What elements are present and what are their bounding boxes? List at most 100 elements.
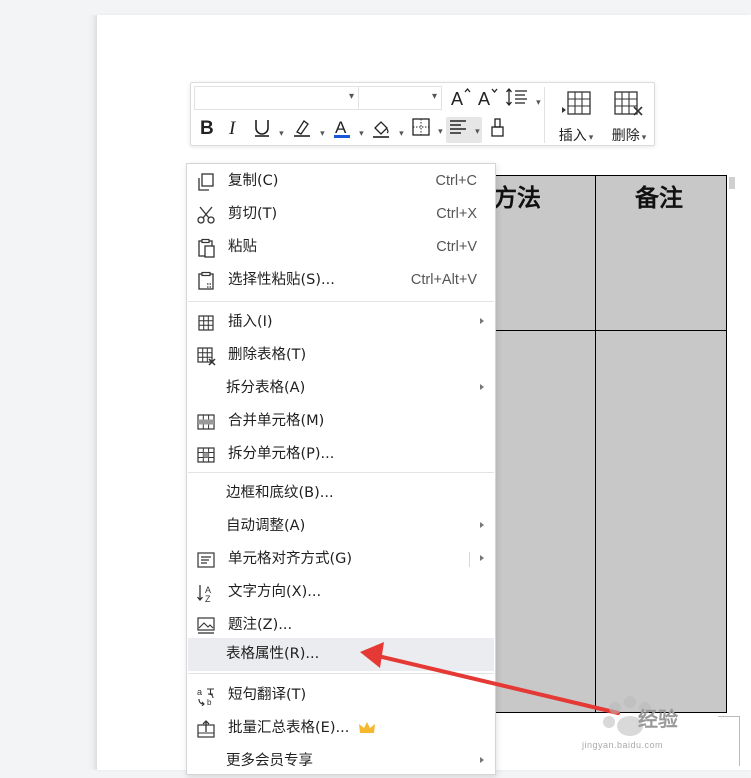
chevron-down-icon: ▾ xyxy=(431,91,437,102)
menu-item-cut[interactable]: 剪切(T) Ctrl+X xyxy=(188,198,494,231)
format-painter-button[interactable] xyxy=(487,117,509,143)
paint-bucket-icon xyxy=(373,121,390,138)
split-cells-icon xyxy=(197,447,215,463)
bold-button[interactable]: B xyxy=(195,117,219,143)
menu-item-label: 粘贴 xyxy=(228,239,257,255)
svg-text:A: A xyxy=(478,89,490,108)
menu-item-text-direction[interactable]: A Z 文字方向(X)... xyxy=(188,576,494,609)
grow-font-button[interactable]: A xyxy=(449,86,473,112)
shrink-font-icon: A xyxy=(478,88,498,109)
format-painter-icon xyxy=(491,118,504,137)
table-insert-icon xyxy=(198,315,214,331)
menu-item-label: 更多会员专享 xyxy=(226,753,313,769)
translate-icon: a b xyxy=(197,687,214,706)
shading-button[interactable]: ▾ xyxy=(369,117,405,143)
svg-text:Z: Z xyxy=(205,594,211,603)
line-spacing-icon xyxy=(506,87,528,107)
shrink-font-button[interactable]: A xyxy=(476,86,500,112)
menu-item-delete-table[interactable]: 删除表格(T) xyxy=(188,339,494,372)
bold-icon: B xyxy=(200,118,214,139)
menu-item-merge-cells[interactable]: 合并单元格(M) xyxy=(188,405,494,438)
menu-item-table-properties[interactable]: 表格属性(R)... xyxy=(188,638,494,671)
chevron-down-icon: ▾ xyxy=(399,129,404,139)
menu-item-more-member[interactable]: 更多会员专享 xyxy=(188,745,494,778)
align-button[interactable]: ▾ xyxy=(446,117,482,143)
chevron-down-icon: ▾ xyxy=(588,133,594,143)
page-corner-mark-vertical xyxy=(739,716,740,766)
grow-font-icon: A xyxy=(451,87,471,109)
caption-icon xyxy=(197,617,215,634)
paste-icon xyxy=(198,238,215,258)
submenu-arrow-icon xyxy=(480,555,484,561)
menu-item-translate[interactable]: a b 短句翻译(T) xyxy=(188,679,494,712)
menu-item-shortcut: Ctrl+Alt+V xyxy=(410,272,477,288)
menu-item-label: 删除表格(T) xyxy=(228,347,307,363)
insert-label: 插入 xyxy=(558,128,587,144)
page-edge-shadow xyxy=(88,15,97,770)
font-color-icon: A xyxy=(334,118,351,138)
italic-icon: I xyxy=(228,118,237,139)
menu-item-autofit[interactable]: 自动调整(A) xyxy=(188,510,494,543)
chevron-down-icon: ▾ xyxy=(438,127,443,137)
svg-text:b: b xyxy=(207,698,212,706)
chevron-down-icon: ▾ xyxy=(536,98,541,108)
chevron-down-icon: ▾ xyxy=(348,91,354,102)
menu-item-shortcut: Ctrl+V xyxy=(436,239,477,255)
batch-summary-icon xyxy=(197,720,215,738)
svg-text:B: B xyxy=(200,118,214,137)
menu-item-batch-summary[interactable]: 批量汇总表格(E)... xyxy=(188,712,494,745)
underline-icon xyxy=(255,120,270,137)
menu-item-label: 插入(I) xyxy=(228,314,273,330)
text-direction-icon: A Z xyxy=(197,585,211,603)
menu-item-label: 单元格对齐方式(G) xyxy=(228,551,353,567)
underline-button[interactable]: ▾ xyxy=(250,117,286,143)
menu-item-label: 文字方向(X)... xyxy=(228,584,322,600)
menu-item-paste-special[interactable]: 选择性粘贴(S)... Ctrl+Alt+V xyxy=(188,264,494,297)
menu-item-borders-shading[interactable]: 边框和底纹(B)... xyxy=(188,477,494,510)
line-spacing-button[interactable]: ▾ xyxy=(505,86,541,112)
menu-item-insert[interactable]: 插入(I) xyxy=(188,306,494,339)
cell-align-icon xyxy=(197,552,215,568)
menu-item-label: 批量汇总表格(E)... xyxy=(228,720,350,736)
menu-item-paste[interactable]: 粘贴 Ctrl+V xyxy=(188,231,494,264)
copy-icon xyxy=(198,173,214,191)
font-size-select[interactable]: ▾ xyxy=(358,86,442,110)
insert-button[interactable]: 插入 ▾ xyxy=(551,87,601,144)
chevron-down-icon: ▾ xyxy=(359,129,364,139)
highlight-button[interactable]: ▾ xyxy=(290,117,326,143)
paste-special-icon xyxy=(198,271,214,290)
delete-label: 删除 xyxy=(611,128,640,144)
table-header-remarks[interactable]: 备注 xyxy=(635,178,683,218)
align-left-icon xyxy=(450,120,467,134)
table-column-border xyxy=(595,176,596,712)
chevron-down-icon: ▾ xyxy=(475,127,480,137)
font-color-button[interactable]: A ▾ xyxy=(331,117,365,143)
menu-item-label: 短句翻译(T) xyxy=(228,687,307,703)
table-delete-icon xyxy=(197,347,216,366)
svg-text:I: I xyxy=(228,118,237,137)
toolbar-divider xyxy=(544,87,545,143)
borders-button[interactable]: ▾ xyxy=(410,117,444,143)
menu-item-divider xyxy=(469,552,470,567)
italic-button[interactable]: I xyxy=(223,117,245,143)
chevron-down-icon: ▾ xyxy=(320,129,325,139)
menu-item-shortcut: Ctrl+C xyxy=(435,173,478,189)
menu-item-split-cells[interactable]: 拆分单元格(P)... xyxy=(188,438,494,471)
delete-button[interactable]: 删除 ▾ xyxy=(604,87,654,144)
submenu-arrow-icon xyxy=(480,522,484,528)
menu-item-label: 选择性粘贴(S)... xyxy=(228,272,335,288)
font-name-select[interactable]: ▾ xyxy=(194,86,359,110)
menu-item-label: 表格属性(R)... xyxy=(226,646,320,662)
menu-separator xyxy=(188,472,494,473)
watermark-text: 经验 xyxy=(638,707,678,731)
menu-item-split-table[interactable]: 拆分表格(A) xyxy=(188,372,494,405)
submenu-arrow-icon xyxy=(480,384,484,390)
scissors-icon xyxy=(197,206,215,224)
table-delete-icon xyxy=(614,91,643,116)
table-resize-handle[interactable] xyxy=(729,177,735,189)
menu-item-label: 合并单元格(M) xyxy=(228,413,325,429)
menu-item-copy[interactable]: 复制(C) Ctrl+C xyxy=(188,165,494,198)
menu-item-cell-alignment[interactable]: 单元格对齐方式(G) xyxy=(188,543,494,576)
table-header-method[interactable]: 方法 xyxy=(493,178,541,218)
chevron-down-icon: ▾ xyxy=(279,129,284,139)
